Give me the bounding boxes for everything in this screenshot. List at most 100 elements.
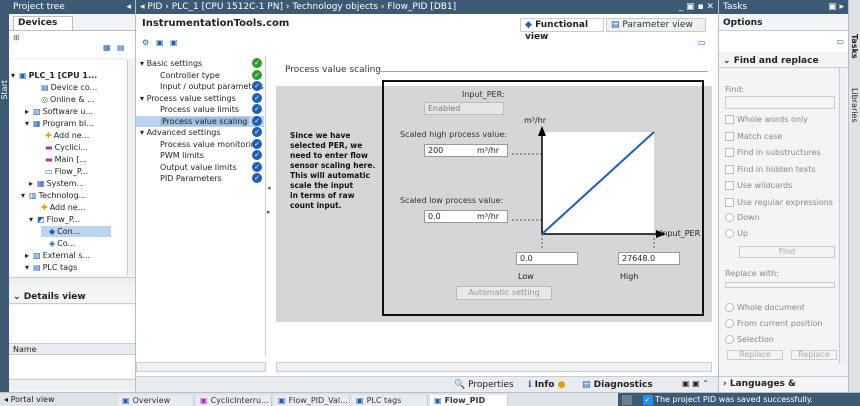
find-input[interactable] [725,96,835,109]
nav-hscroll[interactable] [136,362,266,372]
checkbox-icon[interactable] [725,181,734,190]
nav-item[interactable]: Output value limits ✓ [136,161,264,173]
tree-item[interactable]: ▤ Device co... [33,82,97,93]
tree-item[interactable]: ▭ Flow_P... [37,166,88,177]
checkbox-option[interactable]: Whole words only [725,114,808,126]
content-hscroll[interactable] [276,362,712,372]
parameter-view-tab[interactable]: ▤ Parameter view [606,18,706,32]
checkbox-option[interactable]: Use regular expressions [725,197,833,209]
details-hscroll[interactable] [9,379,135,389]
checkbox-icon[interactable] [725,131,734,141]
checkbox-icon[interactable] [725,148,734,157]
tree-item[interactable]: ▸ ▧ External s... [25,250,90,261]
nav-splitter[interactable]: ◂ ▸ [267,184,271,240]
devices-tab[interactable]: Devices [13,16,73,30]
tree-item[interactable]: ▾ ▤ PLC tags [25,262,77,273]
checkbox-icon[interactable] [725,197,734,207]
start-label[interactable]: Start [0,80,9,100]
radio-selection[interactable]: Selection [725,334,774,346]
diagnostics-tab[interactable]: ▤ Diagnostics [582,378,653,392]
replace-button[interactable]: Replace [727,350,783,360]
taskbar-item[interactable]: ▣ Flow_PID [430,395,508,406]
tree-item[interactable]: ✚ Add ne... [33,202,85,213]
collapse-panel-icon[interactable]: ◂ [126,0,131,14]
tree-item[interactable]: ✚ Add ne... [37,130,89,141]
help-icon[interactable]: ▭ [698,38,706,47]
tree-scrollbar[interactable] [127,60,135,275]
scaled-low-input[interactable]: 0.0 m³/hr [424,210,508,223]
low-value-input[interactable]: 0.0 [516,252,578,265]
expand-icon[interactable]: ▸ [29,178,37,189]
nav-item[interactable]: ▾ Process value settings ✓ [136,92,264,104]
taskbar-item[interactable]: ▣ CyclicInterru... [196,395,272,406]
breadcrumb-item[interactable]: Flow_PID [DB1] [387,2,456,12]
expand-icon[interactable]: ▸ [25,106,33,117]
tree-item[interactable]: ▬ Cyclici... [37,142,88,153]
taskbar-item[interactable]: ▣ Flow_PID_Val... [274,395,350,406]
radio-up[interactable]: Up [725,228,748,240]
nav-item[interactable]: ▾ Advanced settings ✓ [136,127,264,138]
taskbar-item[interactable]: ▣ PLC tags [352,395,428,406]
tree-item[interactable]: ◆ Con... [41,226,111,237]
properties-tab[interactable]: 🔍 Properties [454,378,514,392]
nav-item[interactable]: ▾ Basic settings ✓ [136,58,264,69]
collapse-icon[interactable]: ▾ [11,70,19,81]
collapse-icon[interactable]: ▾ [29,214,37,225]
tasks-scrollbar[interactable] [839,68,847,364]
tree-icon[interactable]: ⊞ [13,33,20,42]
toolbar-icon[interactable]: ⚙ [142,38,149,47]
options-icon[interactable]: ▭ [836,37,844,46]
chevron-down-icon[interactable]: ⌄ [13,292,21,302]
tasks-controls-icon[interactable]: ▣ ▸ [828,0,844,14]
details-header[interactable]: ⌄ Details view [9,290,135,304]
tree-item[interactable]: ◈ Co... [41,238,75,249]
languages-header[interactable]: › Languages & resources [719,376,848,403]
checkbox-option[interactable]: Match case [725,131,782,143]
checkbox-option[interactable]: Find in substructures [725,147,821,159]
tree-item[interactable]: ▾ ▣ PLC_1 [CPU 1... [11,70,97,81]
nav-item[interactable]: Input / output parameters ✓ [136,81,264,92]
breadcrumb-left-icon[interactable]: ◂ [140,2,145,12]
find-replace-header[interactable]: ⌄ Find and replace [719,54,848,68]
device-view-icon[interactable]: ▤ [117,43,125,52]
functional-view-tab[interactable]: ◆ Functional view [520,18,604,42]
collapse-icon[interactable]: ▾ [25,118,33,129]
replace-input[interactable] [725,282,835,288]
tree-item[interactable]: ▾ ▦ Program bl... [25,118,94,129]
taskbar-item[interactable]: ▣ Overview [118,395,194,406]
tree-item[interactable]: ▬ Main [... [37,154,87,165]
radio-down[interactable]: Down [725,212,760,224]
window-controls[interactable]: _ ▣ ▪ ✕ [679,0,714,14]
checkbox-icon[interactable] [725,115,734,124]
start-strip[interactable] [0,0,9,392]
collapse-icon[interactable]: ▾ [21,190,29,201]
radio-whole-document[interactable]: Whole document [725,302,805,314]
tree-item[interactable]: ▾ ◩ Flow_P... [29,214,80,225]
nav-item[interactable]: Process value scaling ✓ [136,115,264,127]
checkbox-icon[interactable] [725,164,734,174]
nav-item[interactable]: Process value limits ✓ [136,104,264,115]
save-icon[interactable]: ▣ [156,38,164,47]
breadcrumb-item[interactable]: PID [147,2,162,12]
breadcrumb-item[interactable]: PLC_1 [CPU 1512C-1 PN] [172,2,283,12]
libraries-side-tab[interactable]: Libraries [850,88,859,123]
tree-item[interactable]: ▸ ▦ System... [29,178,84,189]
checkbox-option[interactable]: Use wildcards [725,180,792,192]
scaled-high-input[interactable]: 200 m³/hr [424,144,508,157]
portal-view-button[interactable]: ◂ Portal view [4,394,55,406]
radio-from-current[interactable]: From current position [725,318,822,330]
high-value-input[interactable]: 27648.0 [618,252,680,265]
tasks-side-tab[interactable]: Tasks [850,34,859,59]
nav-item[interactable]: Process value monitoring ✓ [136,138,264,150]
collapse-icon[interactable]: ▾ [25,262,33,273]
network-view-icon[interactable]: ▦ [103,43,111,52]
inspector-controls[interactable]: ▣ ▣ ⌃ [682,379,709,388]
replace-all-button[interactable]: Replace [791,350,837,360]
expand-icon[interactable]: ▸ [25,250,33,261]
tree-item[interactable]: ▸ ▧ Software u... [25,106,93,117]
notification-icon[interactable] [622,394,632,405]
tree-item[interactable]: ◎ Online & ... [33,94,95,105]
breadcrumb-item[interactable]: Technology objects [292,2,378,12]
load-icon[interactable]: ▣ [170,38,178,47]
tree-item[interactable]: ▾ ▥ Technolog... [21,190,86,201]
